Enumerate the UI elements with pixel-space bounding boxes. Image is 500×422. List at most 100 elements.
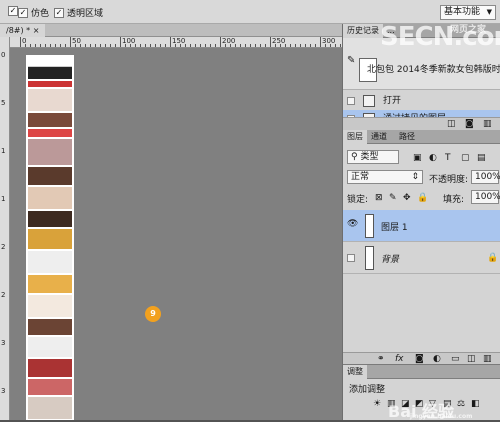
blend-mode-select[interactable]: 正常 ⇕ xyxy=(347,170,423,184)
opacity-label: 不透明度: xyxy=(429,175,469,185)
ruler-minor-tick xyxy=(65,44,66,47)
ruler-minor-tick xyxy=(85,44,86,47)
ruler-minor-tick xyxy=(150,44,151,47)
ruler-label: 3 xyxy=(1,339,6,347)
tab-layers[interactable]: 图层 xyxy=(343,130,367,144)
ruler-minor-tick xyxy=(205,44,206,47)
fx-icon[interactable]: fx xyxy=(395,354,404,364)
ruler-minor-tick xyxy=(210,44,211,47)
history-toolbar: ◫ ◙ ▥ xyxy=(343,117,500,130)
layer-row-1[interactable]: 👁 图层 1 xyxy=(343,210,500,242)
ruler-label: 100 xyxy=(122,37,136,45)
ruler-minor-tick xyxy=(295,44,296,47)
product-image xyxy=(28,397,72,419)
shape-filter-icon[interactable]: ▢ xyxy=(461,153,470,163)
ruler-label: 0 xyxy=(1,51,6,59)
smart-object-filter-icon[interactable]: ▤ xyxy=(477,153,486,163)
type-filter-icon[interactable]: T xyxy=(445,153,451,163)
layer-row-background[interactable]: 背景 🔒 xyxy=(343,242,500,274)
tab-paths[interactable]: 路径 xyxy=(395,130,419,144)
ruler-minor-tick xyxy=(245,44,246,47)
folder-icon[interactable]: ▭ xyxy=(451,354,460,364)
ruler-minor-tick xyxy=(240,44,241,47)
lock-label: 锁定: xyxy=(347,195,369,205)
ruler-minor-tick xyxy=(290,44,291,47)
eye-icon[interactable]: 👁 xyxy=(347,219,358,231)
bw-icon[interactable]: ◧ xyxy=(471,399,480,409)
dither-label: 仿色 xyxy=(31,9,50,19)
ruler-major-tick xyxy=(170,37,171,47)
ruler-minor-tick xyxy=(265,44,266,47)
checkbox-checked-icon[interactable]: ✓ xyxy=(8,6,18,16)
brightness-icon[interactable]: ☀ xyxy=(373,399,381,409)
ruler-major-tick xyxy=(20,37,21,47)
document-tab[interactable]: /8#) * × xyxy=(0,24,46,37)
ruler-minor-tick xyxy=(185,44,186,47)
checkbox-checked-icon[interactable]: ✓ xyxy=(54,7,64,18)
ruler-label: 2 xyxy=(1,243,6,251)
chevron-down-icon: ▼ xyxy=(486,8,492,16)
tab-adjustments[interactable]: 调整 xyxy=(343,365,367,379)
lock-all-icon[interactable]: 🔒 xyxy=(417,193,428,203)
color-balance-icon[interactable]: ⚖ xyxy=(457,399,465,409)
ruler-minor-tick xyxy=(180,44,181,47)
ruler-major-tick xyxy=(270,37,271,47)
snapshot-icon[interactable]: ◫ xyxy=(447,119,456,129)
product-image xyxy=(28,251,72,273)
new-layer-icon[interactable]: ◫ xyxy=(467,354,476,364)
trash-icon[interactable]: ▥ xyxy=(483,354,492,364)
history-checkbox[interactable] xyxy=(347,97,355,105)
document-tab-bar: /8#) * × xyxy=(0,24,342,37)
product-image xyxy=(28,89,72,111)
ruler-label: 300 xyxy=(322,37,336,45)
ruler-minor-tick xyxy=(300,44,301,47)
history-state-open[interactable]: 打开 xyxy=(343,92,500,110)
ruler-minor-tick xyxy=(30,44,31,47)
ruler-minor-tick xyxy=(55,44,56,47)
workspace-select[interactable]: 基本功能 ▼ xyxy=(440,5,496,20)
ruler-minor-tick xyxy=(95,44,96,47)
ruler-minor-tick xyxy=(110,44,111,47)
ruler-minor-tick xyxy=(35,44,36,47)
lock-position-icon[interactable]: ✥ xyxy=(403,193,411,203)
checkbox-checked-icon[interactable]: ✓ xyxy=(18,7,28,18)
filter-label: 类型 xyxy=(360,152,379,162)
visibility-box[interactable] xyxy=(347,254,355,262)
option-dither[interactable]: ✓ 仿色 xyxy=(18,6,49,19)
option-transparency[interactable]: ✓ 透明区域 xyxy=(54,6,103,19)
adjustment-icon[interactable]: ◐ xyxy=(433,354,441,364)
layer-name: 背景 xyxy=(381,255,400,265)
ruler-minor-tick xyxy=(340,44,341,47)
document-icon xyxy=(363,95,375,107)
ruler-minor-tick xyxy=(155,44,156,47)
canvas-area[interactable] xyxy=(10,48,342,420)
lock-transparent-icon[interactable]: ⊠ xyxy=(375,193,383,203)
image-filter-icon[interactable]: ▣ xyxy=(413,153,422,163)
ruler-minor-tick xyxy=(40,44,41,47)
ruler-minor-tick xyxy=(260,44,261,47)
ruler-minor-tick xyxy=(235,44,236,47)
layers-tabs: 图层 通道 路径 xyxy=(343,130,500,144)
filter-type-select[interactable]: ⚲ 类型 xyxy=(347,150,399,164)
tab-channels[interactable]: 通道 xyxy=(367,130,391,144)
ruler-minor-tick xyxy=(275,44,276,47)
tab-history[interactable]: 历史记录 xyxy=(343,24,383,38)
blend-row: 正常 ⇕ 不透明度: 100% xyxy=(343,170,500,186)
trash-icon[interactable]: ▥ xyxy=(483,119,492,129)
mask-icon[interactable]: ◙ xyxy=(415,354,424,364)
opacity-input[interactable]: 100% xyxy=(471,170,500,184)
ruler-minor-tick xyxy=(200,44,201,47)
ruler-minor-tick xyxy=(330,44,331,47)
fill-input[interactable]: 100% xyxy=(471,190,500,204)
camera-icon[interactable]: ◙ xyxy=(465,119,474,129)
lock-pixels-icon[interactable]: ✎ xyxy=(389,193,397,203)
layer-name: 图层 1 xyxy=(381,223,408,233)
adjustment-filter-icon[interactable]: ◐ xyxy=(429,153,437,163)
product-image xyxy=(28,167,72,185)
ruler-minor-tick xyxy=(250,44,251,47)
product-image xyxy=(28,113,72,127)
panels-dock: 历史记录 ... ✎ 北包包 2014冬季新款女包韩版时... 打开 通过拷贝的… xyxy=(342,24,500,420)
ruler-minor-tick xyxy=(335,44,336,47)
ruler-minor-tick xyxy=(255,44,256,47)
link-icon[interactable]: ⚭ xyxy=(377,354,385,364)
